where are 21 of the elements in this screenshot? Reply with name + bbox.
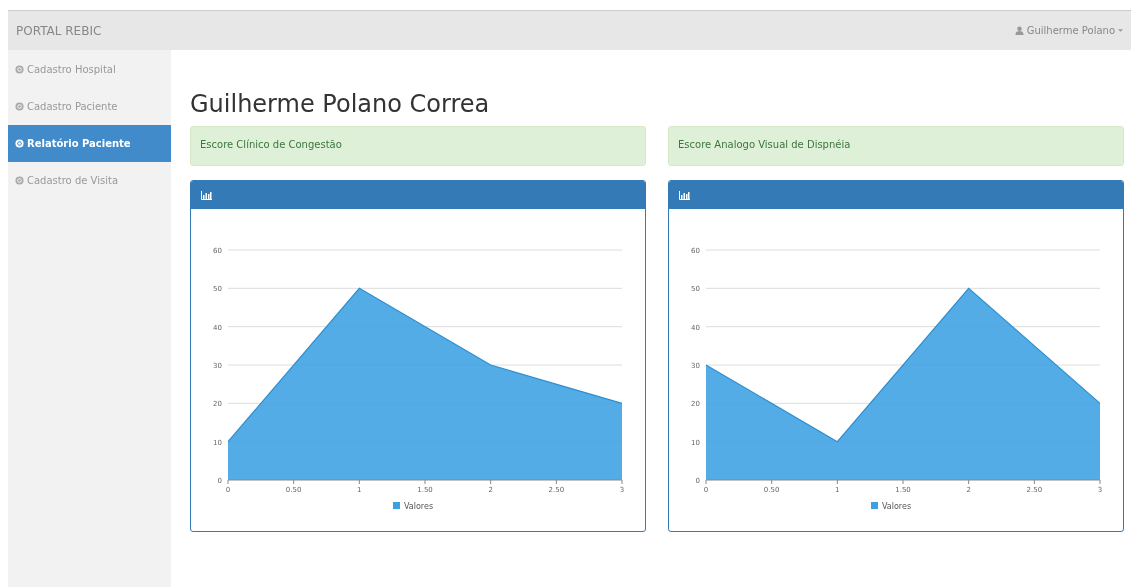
- caret-icon: [1118, 29, 1123, 32]
- circle-icon: [15, 176, 24, 185]
- sidebar-item[interactable]: Cadastro Paciente: [8, 88, 171, 125]
- bar-chart-icon: [201, 190, 212, 200]
- legend-label: Valores: [404, 502, 434, 511]
- sidebar-item[interactable]: Cadastro de Visita: [8, 162, 171, 199]
- section-heading: Escore Analogo Visual de Dispnéia: [668, 126, 1124, 166]
- sidebar-item[interactable]: Relatório Paciente: [8, 125, 171, 162]
- section-heading: Escore Clínico de Congestão: [190, 126, 646, 166]
- circle-icon: [15, 139, 24, 148]
- page-title: Guilherme Polano Correa: [190, 89, 491, 120]
- user-icon: [1014, 26, 1024, 35]
- brand[interactable]: PORTAL REBIC: [16, 23, 102, 38]
- legend-label: Valores: [882, 502, 912, 511]
- bar-chart-icon: [679, 190, 690, 200]
- user-menu[interactable]: Guilherme Polano: [1014, 25, 1123, 36]
- legend-swatch: [393, 502, 400, 509]
- circle-icon: [15, 102, 24, 111]
- legend-swatch: [871, 502, 878, 509]
- circle-icon: [15, 65, 24, 74]
- sidebar-item[interactable]: Cadastro Hospital: [8, 51, 171, 88]
